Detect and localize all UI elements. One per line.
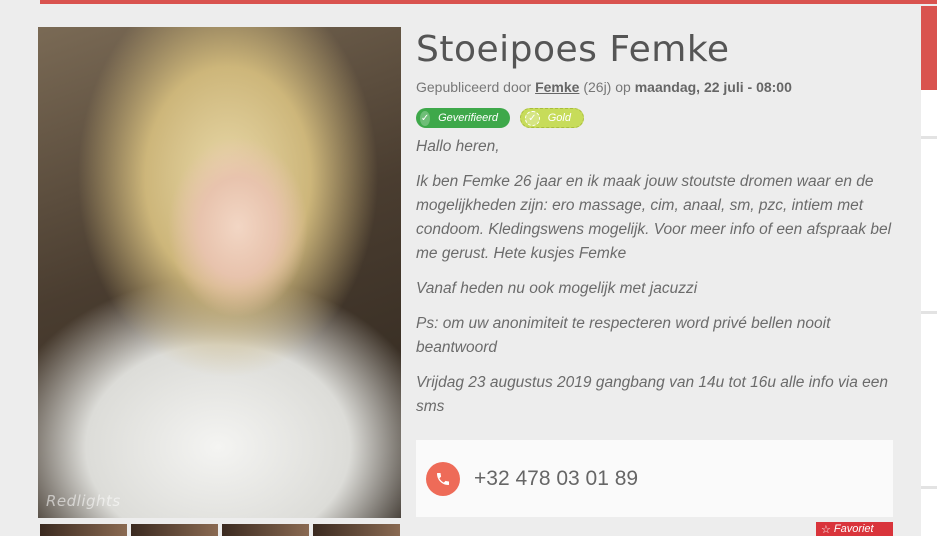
favorite-label: Favoriet	[833, 523, 874, 535]
listing-title: Stoeipoes Femke	[416, 29, 730, 70]
meta-on: op	[615, 79, 631, 95]
star-icon: ☆	[821, 523, 831, 536]
listing-description: Hallo heren, Ik ben Femke 26 jaar en ik …	[416, 135, 894, 419]
description-paragraph: Hallo heren,	[416, 138, 500, 155]
gold-label: Gold	[547, 112, 571, 124]
author-link[interactable]: Femke	[535, 79, 579, 95]
verified-badge: ✓ Geverifieerd	[416, 108, 510, 128]
favorite-button[interactable]: ☆ Favoriet	[816, 522, 893, 536]
thumbnail[interactable]	[222, 524, 309, 536]
badge-row: ✓ Geverifieerd ✓ Gold	[416, 108, 894, 128]
phone-icon[interactable]	[426, 461, 460, 496]
thumbnail[interactable]	[40, 524, 127, 536]
header-accent-line	[40, 0, 937, 4]
listing-content: Stoeipoes Femke Gepubliceerd door Femke …	[416, 28, 894, 419]
sidebar-divider	[921, 311, 937, 314]
sidebar-divider	[921, 136, 937, 139]
sidebar-divider	[921, 486, 937, 489]
check-icon: ✓	[420, 110, 431, 126]
phone-contact[interactable]: +32 478 03 01 89	[416, 440, 893, 517]
description-paragraph: Ik ben Femke 26 jaar en ik maak jouw sto…	[416, 173, 892, 262]
thumbnail[interactable]	[131, 524, 218, 536]
gold-badge: ✓ Gold	[520, 108, 584, 128]
sidebar-red-block	[921, 6, 937, 90]
description-paragraph: Vrijdag 23 augustus 2019 gangbang van 14…	[416, 374, 888, 415]
meta-prefix: Gepubliceerd door	[416, 79, 532, 95]
thumbnail[interactable]	[313, 524, 400, 536]
description-paragraph: Ps: om uw anonimiteit te respecteren wor…	[416, 315, 831, 356]
author-age: (26j)	[583, 79, 612, 95]
publish-date: maandag, 22 juli - 08:00	[634, 79, 792, 95]
verified-label: Geverifieerd	[438, 112, 498, 124]
description-paragraph: Vanaf heden nu ook mogelijk met jacuzzi	[416, 280, 698, 297]
phone-number[interactable]: +32 478 03 01 89	[474, 467, 638, 491]
check-icon: ✓	[525, 110, 540, 126]
thumbnail-strip	[40, 524, 400, 536]
right-sidebar	[921, 6, 937, 536]
photo-watermark: Redlights	[46, 492, 121, 510]
main-photo[interactable]: Redlights	[38, 27, 401, 518]
listing-meta: Gepubliceerd door Femke (26j) op maandag…	[416, 78, 894, 96]
